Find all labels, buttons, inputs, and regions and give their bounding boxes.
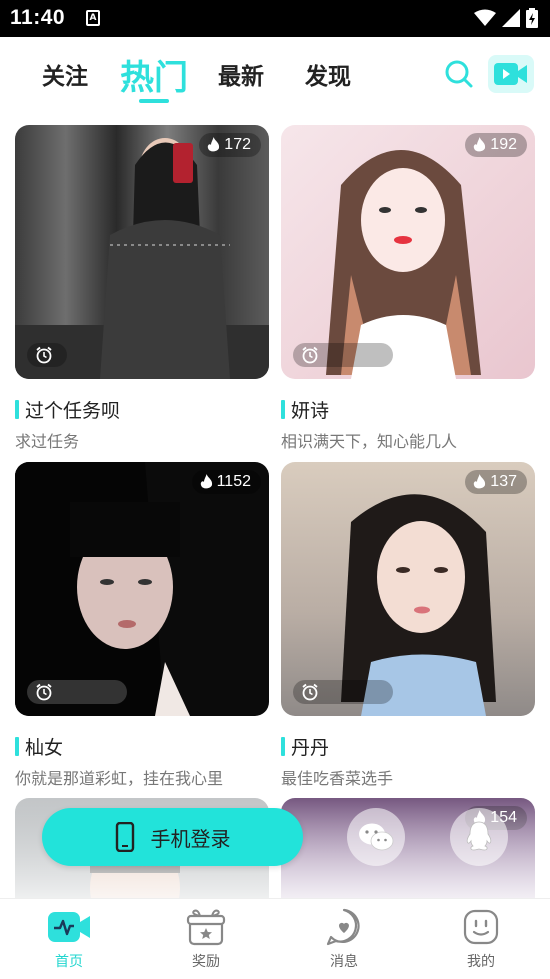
bottom-navigation: 首页 奖励 消息 我的	[0, 898, 550, 979]
heat-count: 1152	[216, 473, 251, 490]
system-icons	[474, 8, 538, 28]
nav-messages[interactable]: 消息	[304, 905, 384, 971]
user-photo[interactable]: 192	[281, 125, 535, 379]
user-name: 丹丹	[291, 737, 330, 759]
tab-latest[interactable]: 最新	[218, 57, 264, 91]
top-navigation: 关注 热门 最新 发现	[0, 37, 550, 117]
user-motto: 相识满天下，知心能几人	[281, 432, 458, 451]
active-tab-indicator	[139, 99, 169, 103]
user-name: 妍诗	[291, 400, 330, 422]
flame-icon	[208, 137, 220, 152]
gift-icon	[186, 909, 226, 946]
user-motto: 求过任务	[15, 432, 80, 451]
user-name-row: 丹丹	[281, 733, 535, 760]
person-illustration	[15, 138, 269, 379]
rewards-tab-icon	[183, 905, 229, 949]
user-name-row: 过个任务呗	[15, 396, 269, 423]
signal-icon	[502, 9, 520, 27]
tab-hot[interactable]: 热门	[120, 50, 188, 99]
time-badge	[27, 680, 127, 704]
phone-login-label: 手机登录	[150, 826, 231, 851]
tab-discover[interactable]: 发现	[305, 57, 351, 91]
alarm-clock-icon	[302, 346, 318, 364]
nav-profile-label: 我的	[467, 954, 495, 970]
accent-bar	[281, 400, 285, 419]
wechat-icon	[359, 823, 394, 851]
accent-bar	[15, 737, 19, 756]
video-button[interactable]	[488, 55, 534, 93]
nav-messages-label: 消息	[330, 954, 358, 970]
home-tab-icon	[46, 905, 92, 949]
video-camera-icon	[494, 63, 527, 85]
nav-home-label: 首页	[55, 954, 83, 970]
profile-tab-icon	[458, 905, 504, 949]
heat-count: 172	[224, 136, 251, 153]
user-name-row: 妍诗	[281, 396, 535, 423]
flame-icon	[474, 137, 486, 152]
user-motto: 你就是那道彩虹，挂在我心里	[15, 769, 224, 788]
alarm-clock-icon	[36, 346, 52, 364]
user-photo[interactable]: 1152	[15, 462, 269, 716]
accent-bar	[281, 737, 285, 756]
flame-icon	[200, 474, 212, 489]
live-tv-icon	[48, 912, 90, 942]
user-card[interactable]: 192 妍诗 相识满天下，知心能几人	[281, 125, 535, 452]
person-illustration	[341, 494, 496, 716]
battery-charging-icon	[526, 8, 538, 28]
time-badge	[27, 343, 67, 367]
person-illustration	[15, 462, 190, 716]
smiley-face-icon	[463, 909, 499, 945]
user-name-row: 杣女	[15, 733, 269, 760]
notification-a-icon: A	[86, 10, 100, 26]
status-bar: 11:40 A	[0, 0, 550, 37]
accent-bar	[15, 400, 19, 419]
person-illustration	[326, 150, 481, 379]
time-badge	[293, 343, 393, 367]
wechat-login-button[interactable]	[347, 808, 405, 866]
heat-count: 192	[490, 136, 517, 153]
user-photo[interactable]: 172	[15, 125, 269, 379]
heat-badge: 172	[199, 133, 261, 157]
heat-badge: 137	[465, 470, 527, 494]
user-card[interactable]: 137 丹丹 最佳吃香菜选手	[281, 462, 535, 789]
phone-icon	[115, 822, 134, 852]
heat-badge: 192	[465, 133, 527, 157]
user-photo[interactable]: 137	[281, 462, 535, 716]
user-name: 杣女	[25, 737, 64, 759]
alarm-clock-icon	[36, 683, 52, 701]
heat-badge: 1152	[191, 470, 261, 494]
tab-following[interactable]: 关注	[42, 57, 88, 91]
user-motto: 最佳吃香菜选手	[281, 769, 394, 788]
nav-home[interactable]: 首页	[29, 905, 109, 971]
nav-profile[interactable]: 我的	[441, 905, 521, 971]
user-card[interactable]: 1152 杣女 你就是那道彩虹，挂在我心里	[15, 462, 269, 789]
time-badge	[293, 680, 393, 704]
phone-login-button[interactable]: 手机登录	[42, 808, 303, 866]
user-name: 过个任务呗	[25, 400, 121, 422]
search-button[interactable]	[444, 59, 474, 89]
flame-icon	[474, 474, 486, 489]
qq-penguin-icon	[466, 821, 492, 851]
alarm-clock-icon	[302, 683, 318, 701]
nav-rewards[interactable]: 奖励	[166, 905, 246, 971]
user-card[interactable]: 172 过个任务呗 求过任务	[15, 125, 269, 452]
nav-rewards-label: 奖励	[192, 954, 220, 970]
search-icon	[445, 60, 473, 88]
qq-login-button[interactable]	[450, 808, 508, 866]
status-time: 11:40	[10, 6, 66, 29]
heart-chat-icon	[326, 908, 360, 946]
heat-count: 137	[490, 473, 517, 490]
messages-tab-icon	[321, 905, 367, 949]
wifi-icon	[474, 9, 496, 26]
